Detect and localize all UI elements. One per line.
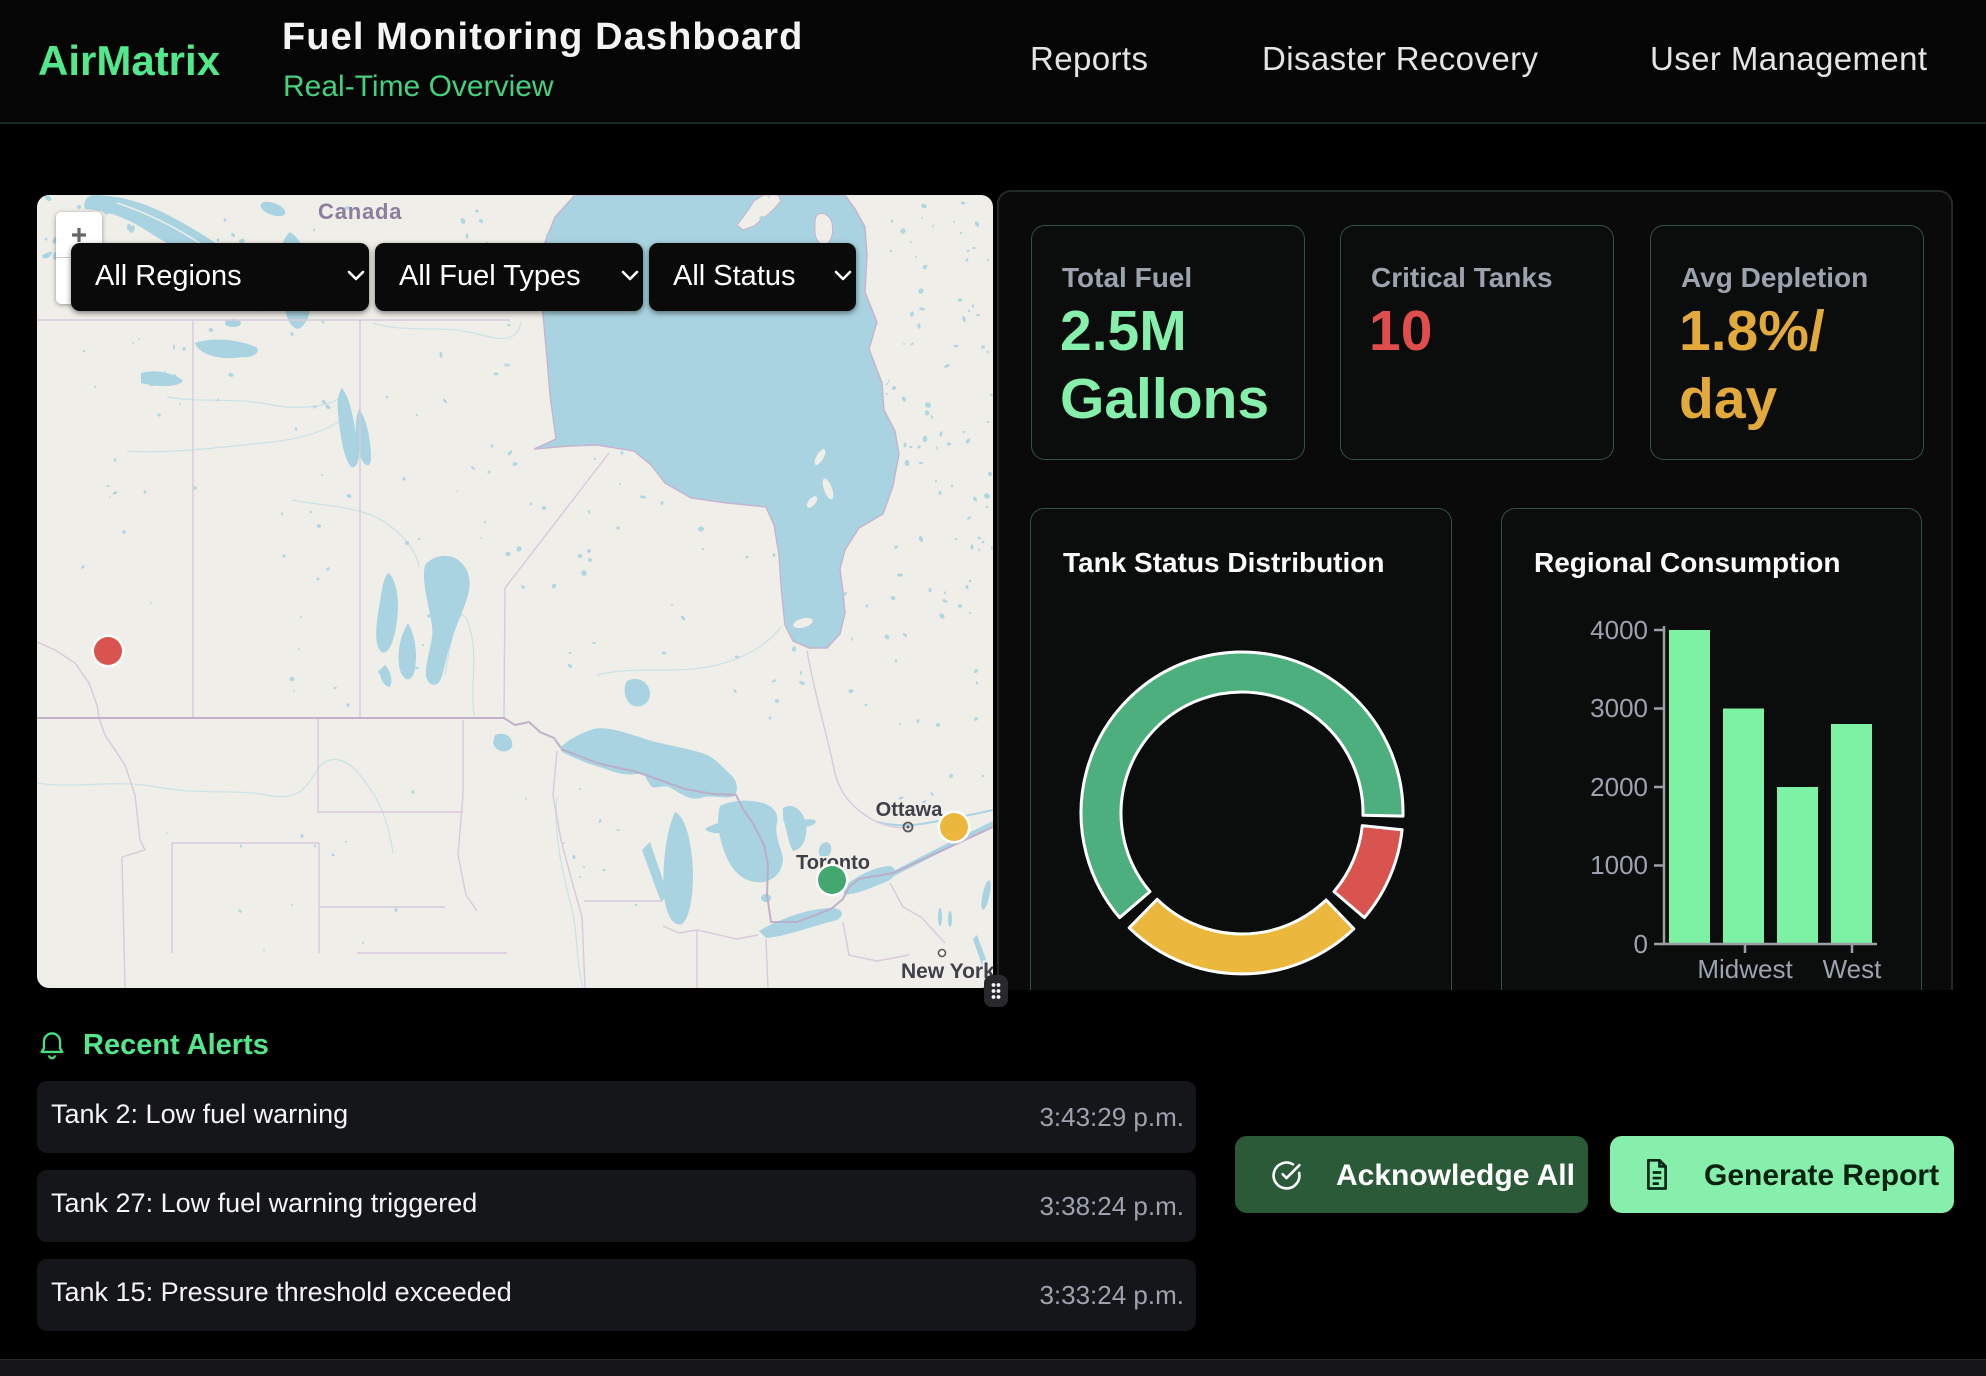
svg-text:Midwest: Midwest: [1697, 954, 1793, 984]
svg-text:3000: 3000: [1590, 693, 1648, 723]
svg-text:4000: 4000: [1590, 615, 1648, 645]
svg-text:New York: New York: [901, 960, 993, 983]
svg-text:2000: 2000: [1590, 772, 1648, 802]
svg-text:Canada: Canada: [318, 199, 402, 224]
svg-text:West: West: [1823, 954, 1883, 984]
svg-text:1000: 1000: [1590, 850, 1648, 880]
svg-text:0: 0: [1634, 929, 1648, 959]
svg-text:Ottawa: Ottawa: [876, 799, 944, 821]
